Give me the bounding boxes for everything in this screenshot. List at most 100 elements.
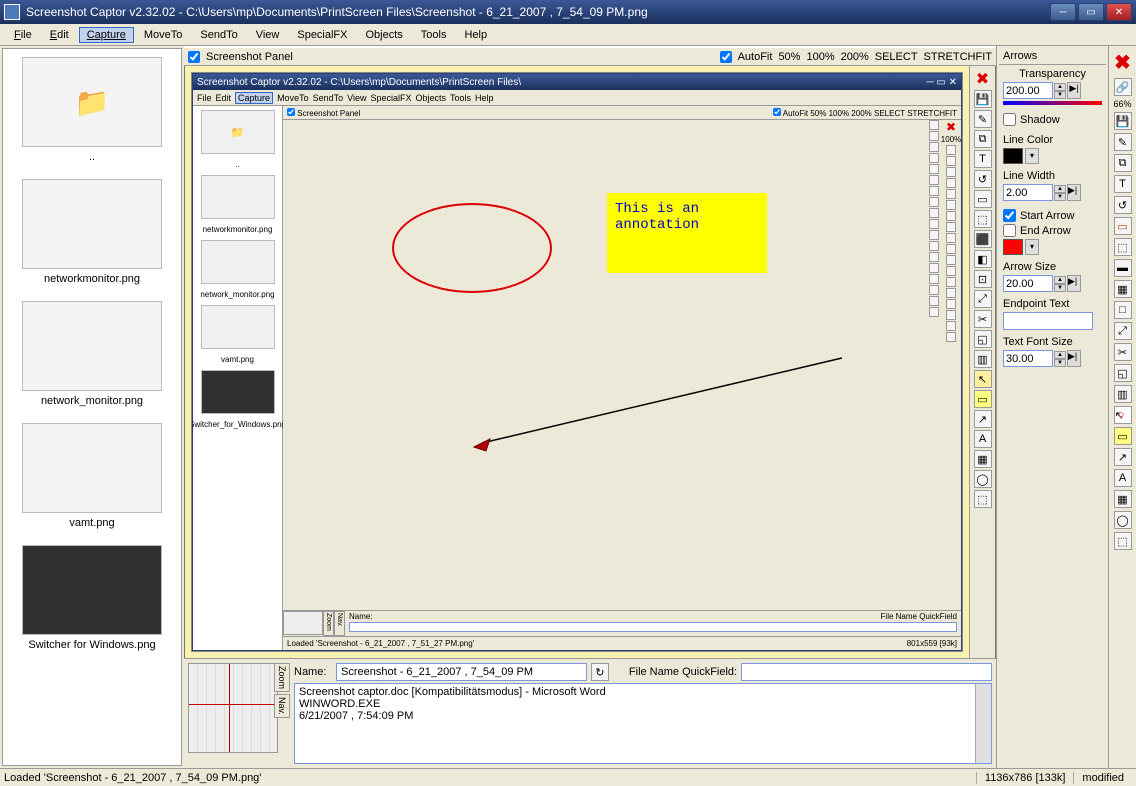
menu-objects[interactable]: Objects [358,27,411,43]
thumb-item[interactable]: network_monitor.png [3,293,181,415]
zoom-200[interactable]: 200% [841,51,869,63]
metadata-box[interactable]: Screenshot captor.doc [Kompatibilitätsmo… [294,683,992,764]
dock-tool-icon[interactable]: ⬛ [974,230,992,248]
dock-delete-icon[interactable]: ✖ [974,70,992,88]
zoom-navigator[interactable] [188,663,278,753]
menu-view[interactable]: View [248,27,288,43]
spin-down[interactable]: ▼ [1054,193,1066,201]
scrollbar[interactable] [975,684,991,763]
undo-icon[interactable]: ↺ [1114,196,1132,214]
autofit-checkbox[interactable] [720,51,732,63]
spin-down[interactable]: ▼ [1054,284,1066,292]
menu-capture[interactable]: Capture [79,27,134,43]
solid-rect-icon[interactable]: ▬ [1114,259,1132,277]
goto-end-icon[interactable]: ▶| [1067,350,1081,367]
image-icon[interactable]: ▦ [1114,490,1132,508]
dock-tool-icon[interactable]: ◧ [974,250,992,268]
dock-tool-icon[interactable]: ▭ [974,190,992,208]
dock-tool-icon[interactable]: A [974,430,992,448]
menu-edit[interactable]: Edit [42,27,77,43]
menu-moveto[interactable]: MoveTo [136,27,191,43]
mode-stretchfit[interactable]: STRETCHFIT [924,51,992,63]
link-icon[interactable]: 🔗 [1114,78,1132,96]
highlight-icon[interactable]: ▭ [1114,427,1132,445]
zoom-tab[interactable]: Zoom [274,663,290,692]
canvas[interactable]: Screenshot Captor v2.32.02 - C:\Users\mp… [191,72,963,652]
line-color-swatch[interactable] [1003,148,1023,164]
refresh-name-icon[interactable]: ↻ [591,663,609,681]
spin-up[interactable]: ▲ [1054,185,1066,193]
annotation-ellipse[interactable] [392,203,552,293]
dock-tool-icon[interactable]: ⧉ [974,130,992,148]
dock-tool-icon[interactable]: ▦ [974,450,992,468]
close-button[interactable]: ✕ [1106,3,1132,21]
dock-cursor-icon[interactable]: ↖ [974,370,992,388]
spin-down[interactable]: ▼ [1054,359,1066,367]
edit-icon[interactable]: ✎ [1114,133,1132,151]
dropdown-icon[interactable]: ▾ [1025,148,1039,164]
close-icon[interactable]: ✖ [1114,50,1131,75]
name-input[interactable] [336,663,587,681]
spin-down[interactable]: ▼ [1054,91,1066,99]
screenshot-panel-checkbox[interactable] [188,51,200,63]
shape-icon[interactable]: □ [1114,301,1132,319]
end-arrow-checkbox[interactable] [1003,224,1016,237]
save-icon[interactable]: 💾 [1114,112,1132,130]
goto-end-icon[interactable]: ▶| [1067,275,1081,292]
maximize-button[interactable]: ▭ [1078,3,1104,21]
menu-sendto[interactable]: SendTo [192,27,245,43]
thumb-item[interactable]: vamt.png [3,415,181,537]
dock-tool-icon[interactable]: ◱ [974,330,992,348]
dock-tool-icon[interactable]: ✂ [974,310,992,328]
layers-icon[interactable]: ▥ [1114,385,1132,403]
goto-end-icon[interactable]: ▶| [1067,184,1081,201]
text-icon[interactable]: T [1114,175,1132,193]
minimize-button[interactable]: ─ [1050,3,1076,21]
dock-tool-icon[interactable]: ↺ [974,170,992,188]
menu-help[interactable]: Help [456,27,495,43]
arrow-color-swatch[interactable] [1003,239,1023,255]
goto-end-icon[interactable]: ▶| [1067,82,1081,99]
grid-select-icon[interactable]: ▦ [1114,280,1132,298]
arrow-icon[interactable]: ↗ [1114,448,1132,466]
dock-tool-icon[interactable]: 💾 [974,90,992,108]
menu-specialfx[interactable]: SpecialFX [289,27,355,43]
spin-up[interactable]: ▲ [1054,276,1066,284]
annotation-note[interactable]: This is an annotation [607,193,767,273]
arrow-size-input[interactable] [1003,275,1053,292]
zoom-100[interactable]: 100% [806,51,834,63]
dock-arrow-icon[interactable]: ↗ [974,410,992,428]
font-size-input[interactable] [1003,350,1053,367]
dock-tool-icon[interactable]: ◯ [974,470,992,488]
spin-up[interactable]: ▲ [1054,351,1066,359]
rect-icon[interactable]: ▭ [1114,217,1132,235]
menu-file[interactable]: File [6,27,40,43]
circle-icon[interactable]: ◯ [1114,511,1132,529]
menu-tools[interactable]: Tools [413,27,455,43]
endpoint-text-input[interactable] [1003,312,1093,330]
shadow-checkbox[interactable] [1003,113,1016,126]
dock-tool-icon[interactable]: ⬚ [974,490,992,508]
dock-tool-icon[interactable]: ▭ [974,390,992,408]
zoom-50[interactable]: 50% [778,51,800,63]
start-arrow-checkbox[interactable] [1003,209,1016,222]
mode-select[interactable]: SELECT [875,51,918,63]
spin-up[interactable]: ▲ [1054,83,1066,91]
thumb-item[interactable]: networkmonitor.png [3,171,181,293]
pointer-icon[interactable]: ↖○ [1114,406,1132,424]
line-width-input[interactable] [1003,184,1053,201]
dashed-rect-icon[interactable]: ⬚ [1114,532,1132,550]
quickfield-input[interactable] [741,663,992,681]
dock-tool-icon[interactable]: ⊡ [974,270,992,288]
expand-icon[interactable]: ⤢ [1114,322,1132,340]
dropdown-icon[interactable]: ▾ [1025,239,1039,255]
dock-tool-icon[interactable]: ⤢ [974,290,992,308]
text-a-icon[interactable]: A [1114,469,1132,487]
copy-icon[interactable]: ⧉ [1114,154,1132,172]
dock-tool-icon[interactable]: T [974,150,992,168]
transparency-input[interactable] [1003,82,1053,99]
dock-tool-icon[interactable]: ▥ [974,350,992,368]
dock-tool-icon[interactable]: ⬚ [974,210,992,228]
thumb-item[interactable]: 📁 .. [3,49,181,171]
resize-icon[interactable]: ◱ [1114,364,1132,382]
